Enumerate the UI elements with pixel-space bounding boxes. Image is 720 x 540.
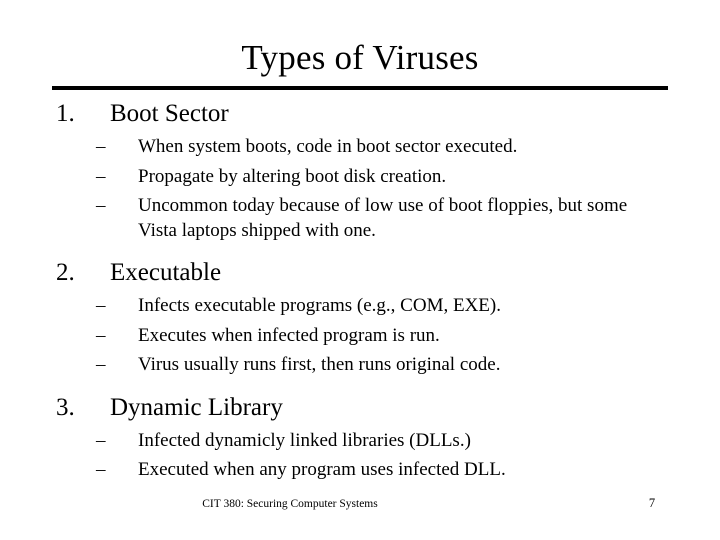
sub-bullet: – Executes when infected program is run. <box>0 324 720 349</box>
page-title: Types of Viruses <box>241 38 479 77</box>
list-item-2-sublist: – Infects executable programs (e.g., COM… <box>0 294 720 378</box>
list-item-2-heading: 2. Executable <box>0 257 720 289</box>
dash-icon: – <box>96 324 106 346</box>
sub-bullet-text: Propagate by altering boot disk creation… <box>138 165 447 187</box>
list-item-3-title: Dynamic Library <box>110 393 283 421</box>
slide-body: 1. Boot Sector – When system boots, code… <box>0 98 720 483</box>
list-item-1-sublist: – When system boots, code in boot sector… <box>0 135 720 243</box>
sub-bullet: – Infected dynamicly linked libraries (D… <box>0 429 720 454</box>
list-item-2-marker: 2. <box>56 259 75 286</box>
dash-icon: – <box>96 195 106 216</box>
dash-icon: – <box>96 295 106 316</box>
sub-bullet-text: Executes when infected program is run. <box>138 324 440 346</box>
list-item-2: 2. Executable – Infects executable progr… <box>0 257 720 392</box>
sub-bullet: – Virus usually runs first, then runs or… <box>0 353 720 378</box>
list-item-1-marker: 1. <box>56 100 75 127</box>
sub-bullet-text: Executed when any program uses infected … <box>138 459 506 480</box>
sub-bullet-text: When system boots, code in boot sector e… <box>138 136 518 157</box>
sub-bullet-text: Uncommon today because of low use of boo… <box>138 195 628 241</box>
sub-bullet: – Infects executable programs (e.g., COM… <box>0 294 720 319</box>
title-divider <box>52 86 668 90</box>
sub-bullet-text: Infects executable programs (e.g., COM, … <box>138 295 501 316</box>
dash-icon: – <box>96 136 106 157</box>
sub-bullet: – Uncommon today because of low use of b… <box>0 194 720 243</box>
list-item-1: 1. Boot Sector – When system boots, code… <box>0 98 720 257</box>
dash-icon: – <box>96 354 106 375</box>
list-item-3-sublist: – Infected dynamicly linked libraries (D… <box>0 429 720 483</box>
footer-page-number: 7 <box>648 496 656 510</box>
list-item-1-heading: 1. Boot Sector <box>0 98 720 130</box>
dash-icon: – <box>96 459 106 480</box>
list-item-1-title: Boot Sector <box>110 100 229 127</box>
sub-bullet-text: Virus usually runs first, then runs orig… <box>138 354 501 375</box>
sub-bullet: – Executed when any program uses infecte… <box>0 458 720 483</box>
sub-bullet: – When system boots, code in boot sector… <box>0 135 720 160</box>
sub-bullet: – Propagate by altering boot disk creati… <box>0 165 720 190</box>
list-item-2-title: Executable <box>110 259 222 286</box>
dash-icon: – <box>96 429 106 451</box>
list-item-3-marker: 3. <box>56 393 75 421</box>
list-item-3-heading: 3. Dynamic Library <box>0 392 720 424</box>
list-item-3: 3. Dynamic Library – Infected dynamicly … <box>0 392 720 483</box>
slide: Types of Viruses 1. Boot Sector – When s… <box>0 0 720 540</box>
dash-icon: – <box>96 165 106 187</box>
sub-bullet-text: Infected dynamicly linked libraries (DLL… <box>138 429 471 451</box>
footer-course-label: CIT 380: Securing Computer Systems <box>202 498 378 510</box>
